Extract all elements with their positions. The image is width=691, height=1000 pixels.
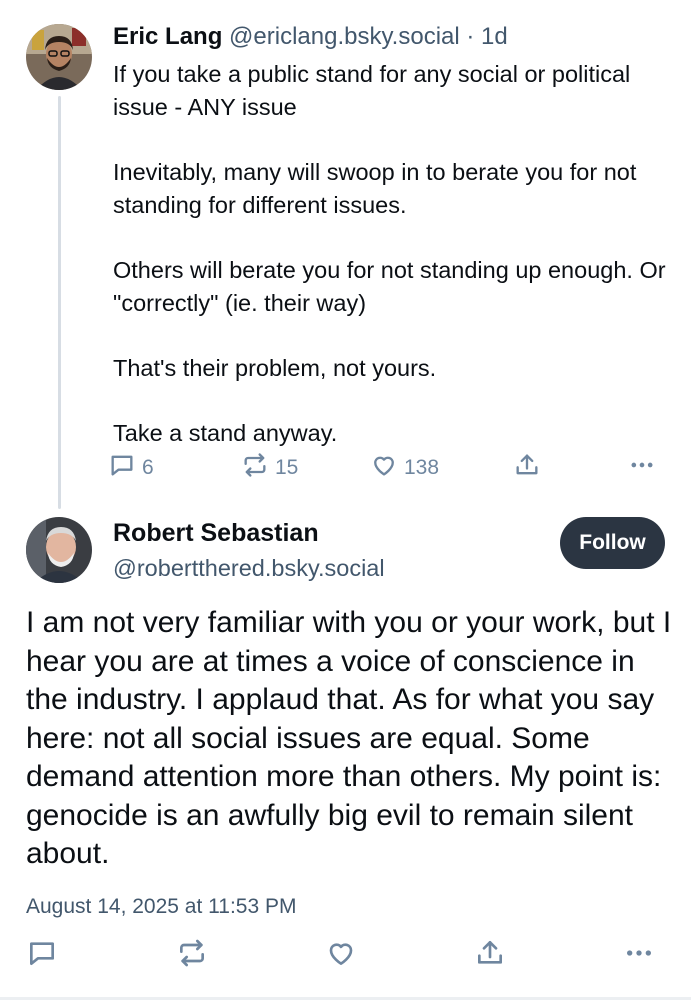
reply-button[interactable]: 6: [108, 450, 154, 486]
post-header: Eric Lang @ericlang.bsky.social · 1d: [113, 22, 508, 52]
repost-arrows-icon: [176, 937, 208, 975]
speech-bubble-icon: [26, 937, 58, 975]
reply-count: 6: [142, 456, 154, 479]
ellipsis-icon: [628, 451, 656, 485]
avatar[interactable]: [26, 517, 92, 583]
share-upload-icon: [513, 451, 541, 485]
post-actions: [0, 938, 691, 978]
like-count: 138: [404, 456, 440, 479]
avatar[interactable]: [26, 24, 92, 90]
like-button[interactable]: 138: [370, 450, 439, 486]
post-paragraph: If you take a public stand for any socia…: [113, 61, 631, 120]
parent-post[interactable]: Eric Lang @ericlang.bsky.social · 1d If …: [0, 0, 691, 509]
relative-time[interactable]: 1d: [481, 23, 508, 50]
heart-icon: [370, 451, 398, 485]
post-text: If you take a public stand for any socia…: [113, 58, 673, 450]
repost-arrows-icon: [241, 451, 269, 485]
author-name[interactable]: Robert Sebastian: [113, 517, 319, 549]
like-button[interactable]: [325, 938, 357, 974]
separator-dot: ·: [466, 23, 475, 50]
author-handle[interactable]: @ericlang.bsky.social: [229, 23, 460, 50]
reply-text: I am not very familiar with you or your …: [26, 606, 672, 870]
repost-count: 15: [275, 456, 299, 479]
share-upload-icon: [474, 937, 506, 975]
post-paragraph: Take a stand anyway.: [113, 420, 338, 446]
post-paragraph: Inevitably, many will swoop in to berate…: [113, 159, 637, 218]
thread-connector-line: [58, 96, 61, 509]
share-button[interactable]: [513, 450, 541, 486]
post-thread-view: Eric Lang @ericlang.bsky.social · 1d If …: [0, 0, 691, 1000]
speech-bubble-icon: [108, 451, 136, 485]
ellipsis-icon: [623, 937, 655, 975]
post-paragraph: That's their problem, not yours.: [113, 355, 437, 381]
repost-button[interactable]: [176, 938, 208, 974]
reply-button[interactable]: [26, 938, 58, 974]
post-paragraph: Others will berate you for not standing …: [113, 257, 666, 316]
post-actions: 6 15 138: [108, 450, 668, 486]
more-options-button[interactable]: [623, 938, 655, 974]
heart-icon: [325, 937, 357, 975]
share-button[interactable]: [474, 938, 506, 974]
post-timestamp: August 14, 2025 at 11:53 PM: [26, 895, 297, 918]
more-options-button[interactable]: [628, 450, 656, 486]
author-handle[interactable]: @robertthered.bsky.social: [113, 553, 385, 583]
follow-button[interactable]: Follow: [560, 517, 665, 569]
repost-button[interactable]: 15: [241, 450, 298, 486]
author-name[interactable]: Eric Lang: [113, 23, 222, 50]
